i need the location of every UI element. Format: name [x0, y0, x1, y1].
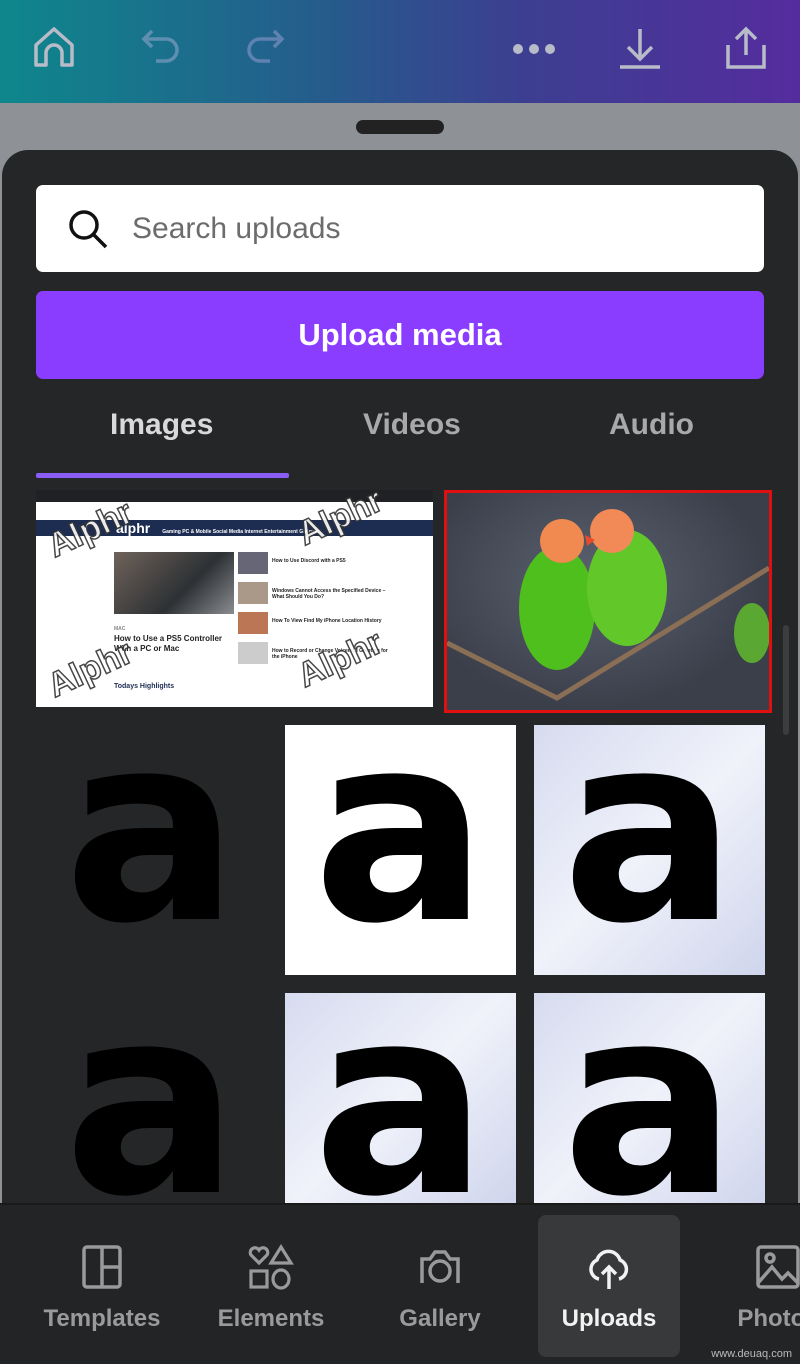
hero-image [114, 552, 234, 614]
letter-a-graphic: a [312, 725, 489, 975]
nav-label: Photos [737, 1305, 800, 1332]
undo-icon[interactable] [140, 25, 184, 73]
home-icon[interactable] [32, 25, 76, 73]
top-toolbar [0, 0, 800, 103]
side-article: Windows Cannot Access the Specified Devi… [272, 588, 386, 600]
search-box[interactable] [36, 185, 764, 272]
nav-templates[interactable]: Templates [31, 1215, 173, 1357]
upload-thumbnail-screenshot[interactable]: alphr Gaming PC & Mobile Social Media Int… [36, 490, 433, 707]
active-tab-indicator [36, 473, 289, 478]
scrollbar[interactable] [783, 625, 789, 735]
category: MAC [114, 626, 126, 632]
cloud-upload-icon [589, 1249, 629, 1289]
upload-thumbnail-letter-a[interactable]: a [285, 725, 516, 975]
side-article: How to Use Discord with a PS5 [272, 558, 346, 564]
more-icon[interactable] [512, 25, 556, 73]
headline-text: How to Use a PS5 Controller With a PC or… [114, 634, 223, 653]
section-title: Todays Highlights [114, 683, 175, 690]
tab-images[interactable]: Images [110, 408, 213, 442]
alphr-watermark: Alphr [291, 622, 389, 696]
tab-audio[interactable]: Audio [609, 408, 694, 442]
share-icon[interactable] [724, 25, 768, 73]
templates-icon [82, 1245, 122, 1289]
upload-thumbnail-letter-a[interactable]: a [534, 725, 765, 975]
nav-photos[interactable]: Photos [707, 1215, 800, 1357]
upload-media-button[interactable]: Upload media [36, 291, 764, 379]
nav-gallery[interactable]: Gallery [369, 1215, 511, 1357]
nav-label: Elements [217, 1305, 325, 1332]
side-image [238, 582, 268, 604]
redo-icon[interactable] [242, 25, 286, 73]
uploads-panel: Upload media Images Videos Audio alphrGa… [2, 150, 798, 1364]
camera-icon [420, 1250, 460, 1283]
upload-thumbnail-letter-a[interactable]: a [534, 993, 765, 1203]
letter-a-graphic: a [312, 993, 489, 1203]
drag-handle[interactable] [356, 120, 444, 134]
headline: MAC How to Use a PS5 Controller With a PC… [114, 624, 234, 654]
letter-a-graphic: a [561, 993, 738, 1203]
letter-a-graphic: a [63, 725, 240, 975]
elements-icon [248, 1243, 294, 1290]
nav-uploads[interactable]: Uploads [538, 1215, 680, 1357]
nav-elements[interactable]: Elements [200, 1215, 342, 1357]
alphr-watermark: Alphr [41, 632, 139, 706]
upload-thumbnail-lovebirds[interactable] [444, 490, 772, 713]
side-image [238, 612, 268, 634]
side-image [238, 552, 268, 574]
tab-videos[interactable]: Videos [363, 408, 461, 442]
upload-thumbnail-letter-a[interactable]: a [285, 993, 516, 1203]
letter-a-graphic: a [63, 993, 240, 1203]
upload-thumbnail-letter-a[interactable]: a [36, 725, 267, 975]
side-article: How To View Find My iPhone Location Hist… [272, 618, 382, 624]
photo-icon [756, 1245, 800, 1289]
upload-thumbnail-letter-a[interactable]: a [36, 993, 267, 1203]
lovebirds-photo [447, 509, 769, 701]
bottom-nav: Templates Elements Gallery Uploads Photo… [0, 1203, 800, 1364]
search-icon [69, 210, 108, 249]
search-input[interactable] [132, 185, 732, 272]
site-watermark: www.deuaq.com [711, 1348, 792, 1360]
side-image [238, 642, 268, 664]
nav-label: Uploads [561, 1305, 657, 1332]
letter-a-graphic: a [561, 725, 738, 975]
nav-label: Templates [43, 1305, 161, 1332]
download-icon[interactable] [618, 25, 662, 73]
site-nav-items: Gaming PC & Mobile Social Media Internet… [162, 529, 320, 535]
nav-label: Gallery [399, 1305, 481, 1332]
